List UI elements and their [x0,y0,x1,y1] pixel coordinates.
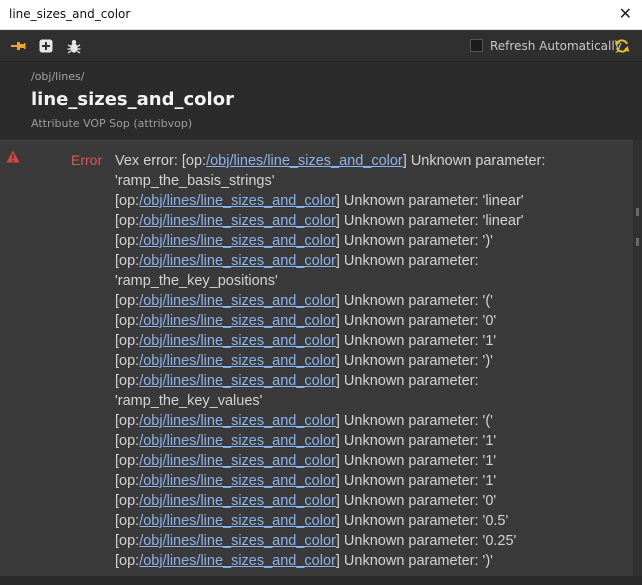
error-text: [op: [115,413,140,429]
error-text: [op: [115,213,140,229]
error-line: [op:/obj/lines/line_sizes_and_color] Unk… [115,491,630,511]
node-path-link[interactable]: /obj/lines/line_sizes_and_color [139,233,336,249]
window-titlebar: line_sizes_and_color ✕ [0,0,642,30]
error-text: [op: [115,553,140,569]
node-path-link[interactable]: /obj/lines/line_sizes_and_color [139,553,336,569]
node-path-link[interactable]: /obj/lines/line_sizes_and_color [139,453,336,469]
error-line: [op:/obj/lines/line_sizes_and_color] Unk… [115,251,630,271]
error-text: ] Unknown parameter: '1' [335,473,497,489]
error-text: ] Unknown parameter: 'linear' [335,193,524,209]
node-path-link[interactable]: /obj/lines/line_sizes_and_color [139,353,336,369]
error-text: [op: [115,313,140,329]
error-text: ] Unknown parameter: ')' [335,553,493,569]
bottom-bar [0,576,642,585]
error-text: ] Unknown parameter: '0.5' [335,513,509,529]
error-text: ] Unknown parameter: [335,373,479,389]
vertical-scrollbar[interactable] [633,140,642,585]
error-text: [op: [115,513,140,529]
error-text: ] Unknown parameter: '(' [335,293,493,309]
error-text: ] Unknown parameter: '0' [335,493,497,509]
error-text: ] Unknown parameter: '(' [335,413,493,429]
node-path-link[interactable]: /obj/lines/line_sizes_and_color [139,193,336,209]
node-path-link[interactable]: /obj/lines/line_sizes_and_color [139,333,336,349]
error-line: [op:/obj/lines/line_sizes_and_color] Unk… [115,511,630,531]
warning-icon [6,148,20,163]
error-text: [op: [115,493,140,509]
refresh-automatically-label: Refresh Automatically [490,39,622,53]
error-text: [op: [115,333,140,349]
node-path-link[interactable]: /obj/lines/line_sizes_and_color [139,473,336,489]
error-text: [op: [115,473,140,489]
error-text: Vex error: [op: [115,153,207,169]
error-text: ] Unknown parameter: '1' [335,433,497,449]
node-path-link[interactable]: /obj/lines/line_sizes_and_color [139,433,336,449]
error-text: [op: [115,193,140,209]
error-line: Vex error: [op:/obj/lines/line_sizes_and… [115,151,630,171]
error-text: ] Unknown parameter: '0.25' [335,533,517,549]
error-line: [op:/obj/lines/line_sizes_and_color] Unk… [115,431,630,451]
window-title: line_sizes_and_color [9,7,131,21]
error-text: ] Unknown parameter: 'linear' [335,213,524,229]
toolbar: Refresh Automatically [0,31,642,62]
error-line: [op:/obj/lines/line_sizes_and_color] Unk… [115,371,630,391]
node-path-link[interactable]: /obj/lines/line_sizes_and_color [139,533,336,549]
pin-icon[interactable] [10,38,26,54]
error-text: ] Unknown parameter: [402,153,546,169]
node-path-link[interactable]: /obj/lines/line_sizes_and_color [139,313,336,329]
error-text: [op: [115,253,140,269]
error-text: [op: [115,533,140,549]
error-text: [op: [115,293,140,309]
error-line: [op:/obj/lines/line_sizes_and_color] Unk… [115,351,630,371]
node-path-link[interactable]: /obj/lines/line_sizes_and_color [139,513,336,529]
error-text: [op: [115,373,140,389]
error-line: [op:/obj/lines/line_sizes_and_color] Unk… [115,191,630,211]
close-icon[interactable]: ✕ [619,4,632,23]
error-line: [op:/obj/lines/line_sizes_and_color] Unk… [115,451,630,471]
node-type-label: Attribute VOP Sop (attribvop) [31,117,193,130]
error-line: [op:/obj/lines/line_sizes_and_color] Unk… [115,411,630,431]
error-line: [op:/obj/lines/line_sizes_and_color] Unk… [115,291,630,311]
add-icon[interactable] [38,38,54,54]
bug-icon[interactable] [66,38,82,54]
error-message: Vex error: [op:/obj/lines/line_sizes_and… [115,151,630,571]
error-text: [op: [115,433,140,449]
error-line: [op:/obj/lines/line_sizes_and_color] Unk… [115,471,630,491]
error-panel: Error Vex error: [op:/obj/lines/line_siz… [0,140,632,576]
refresh-automatically-checkbox[interactable] [470,39,483,52]
error-severity-label: Error [71,152,103,168]
error-text: 'ramp_the_key_positions' [115,273,278,289]
error-text: 'ramp_the_basis_strings' [115,173,275,189]
error-line: [op:/obj/lines/line_sizes_and_color] Unk… [115,231,630,251]
node-path: /obj/lines/ [31,70,85,83]
node-path-link[interactable]: /obj/lines/line_sizes_and_color [206,153,403,169]
error-text: [op: [115,453,140,469]
error-text: [op: [115,353,140,369]
error-text: ] Unknown parameter: '1' [335,453,497,469]
error-line: [op:/obj/lines/line_sizes_and_color] Unk… [115,551,630,571]
error-text: ] Unknown parameter: [335,253,479,269]
error-line: [op:/obj/lines/line_sizes_and_color] Unk… [115,311,630,331]
node-path-link[interactable]: /obj/lines/line_sizes_and_color [139,493,336,509]
error-text: ] Unknown parameter: '1' [335,333,497,349]
error-text: ] Unknown parameter: '0' [335,313,497,329]
error-line: [op:/obj/lines/line_sizes_and_color] Unk… [115,211,630,231]
node-path-link[interactable]: /obj/lines/line_sizes_and_color [139,373,336,389]
error-line: [op:/obj/lines/line_sizes_and_color] Unk… [115,331,630,351]
node-name: line_sizes_and_color [31,89,234,110]
node-header: /obj/lines/ line_sizes_and_color Attribu… [0,62,642,140]
error-text: 'ramp_the_key_values' [115,393,263,409]
refresh-icon[interactable] [614,38,630,54]
node-path-link[interactable]: /obj/lines/line_sizes_and_color [139,293,336,309]
node-path-link[interactable]: /obj/lines/line_sizes_and_color [139,253,336,269]
error-line: 'ramp_the_key_values' [115,391,630,411]
error-text: [op: [115,233,140,249]
node-path-link[interactable]: /obj/lines/line_sizes_and_color [139,213,336,229]
node-path-link[interactable]: /obj/lines/line_sizes_and_color [139,413,336,429]
error-line: 'ramp_the_basis_strings' [115,171,630,191]
error-text: ] Unknown parameter: ')' [335,233,493,249]
error-line: 'ramp_the_key_positions' [115,271,630,291]
error-text: ] Unknown parameter: ')' [335,353,493,369]
error-line: [op:/obj/lines/line_sizes_and_color] Unk… [115,531,630,551]
